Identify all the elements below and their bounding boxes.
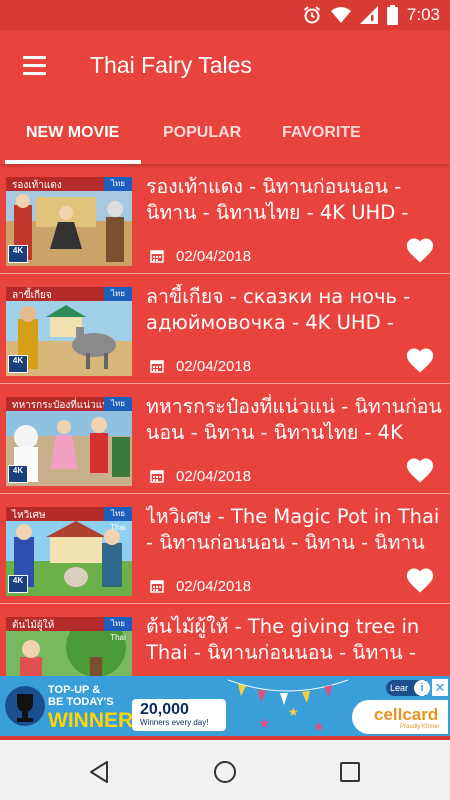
- video-date: 02/04/2018: [176, 247, 252, 265]
- ad-headline: WINNER: [48, 709, 134, 732]
- tab-favorite[interactable]: FAVORITE: [282, 102, 361, 164]
- uhd-badge: 4K: [8, 465, 28, 483]
- ad-info-icon[interactable]: i: [414, 680, 430, 696]
- video-list[interactable]: รองเท้าแดง ไทย 4K รองเท้าแดง - นิทานก่อน…: [0, 164, 450, 676]
- video-date-row: 02/04/2018: [150, 466, 251, 486]
- recents-icon[interactable]: [336, 758, 364, 786]
- thumbnail-language: ไทย: [104, 397, 132, 411]
- uhd-badge: 4K: [8, 575, 28, 593]
- video-date: 02/04/2018: [176, 467, 252, 485]
- video-date: 02/04/2018: [176, 357, 252, 375]
- ad-brand: cellcard: [374, 705, 439, 724]
- video-thumbnail: ต้นไม้ผู้ให้ ไทย Thai: [6, 617, 132, 676]
- video-thumbnail: รองเท้าแดง ไทย 4K: [6, 177, 132, 266]
- ad-line: TOP-UP & BE TODAY'S: [48, 684, 114, 708]
- video-date-row: 02/04/2018: [150, 356, 251, 376]
- video-title: ไหวิเศษ - The Magic Pot in Thai - นิทานก…: [146, 505, 440, 554]
- video-thumbnail: ไหวิเศษ ไทย Thai 4K: [6, 507, 132, 596]
- thumbnail-language: ไทย Thai: [104, 507, 132, 532]
- favorite-heart-icon[interactable]: [405, 566, 435, 594]
- uhd-badge: 4K: [8, 245, 28, 263]
- video-title: รองเท้าแดง - นิทานก่อนนอน - นิทาน - นิทา…: [146, 175, 409, 224]
- favorite-heart-icon[interactable]: [405, 456, 435, 484]
- video-item[interactable]: รองเท้าแดง ไทย 4K รองเท้าแดง - นิทานก่อน…: [0, 164, 450, 274]
- video-title: ลาขี้เกียจ - сказки на ночь - адюймовочк…: [146, 285, 411, 334]
- bunting-decoration: ★ ★ ★: [228, 679, 348, 734]
- alarm-icon: [303, 6, 321, 24]
- thumbnail-caption: ต้นไม้ผู้ให้: [12, 620, 55, 631]
- svg-text:★: ★: [288, 705, 299, 719]
- calendar-icon: [150, 580, 164, 593]
- video-date-row: 02/04/2018: [150, 576, 251, 596]
- favorite-heart-icon[interactable]: [405, 346, 435, 374]
- tab-popular[interactable]: POPULAR: [163, 102, 241, 164]
- wifi-icon: [330, 7, 351, 23]
- calendar-icon: [150, 360, 164, 373]
- ad-banner[interactable]: TOP-UP & BE TODAY'S WINNER 20,000 Winner…: [0, 676, 450, 736]
- video-thumbnail: ทหารกระป๋องที่แน่วแน่ ไทย 4K: [6, 397, 132, 486]
- video-date-row: 02/04/2018: [150, 246, 251, 266]
- signal-icon: [359, 6, 378, 24]
- ad-brand-tag: Proudly Khmer: [400, 724, 440, 730]
- thumbnail-language: ไทย: [104, 177, 132, 191]
- system-nav-bar: [0, 736, 450, 800]
- hamburger-menu-icon[interactable]: [18, 52, 52, 80]
- tab-new-movie[interactable]: NEW MOVIE: [26, 102, 119, 164]
- trophy-icon: [5, 686, 45, 726]
- ad-prize-subtitle: Winners every day!: [140, 718, 209, 727]
- ad-close-icon[interactable]: ✕: [432, 679, 448, 696]
- back-icon[interactable]: [86, 758, 114, 786]
- calendar-icon: [150, 470, 164, 483]
- status-time: 7:03: [406, 5, 440, 24]
- video-title: ทหารกระป๋องที่แน่วแน่ - นิทานก่อนนอน - น…: [146, 395, 442, 444]
- svg-text:★: ★: [313, 719, 325, 734]
- thumbnail-caption: ไหวิเศษ: [12, 510, 46, 521]
- video-item[interactable]: ลาขี้เกียจ ไทย 4K ลาขี้เกียจ - сказки на…: [0, 274, 450, 384]
- thumbnail-language: ไทย: [104, 287, 132, 301]
- thumbnail-caption: รองเท้าแดง: [12, 180, 62, 191]
- thumbnail-caption: ลาขี้เกียจ: [12, 290, 52, 301]
- thumbnail-caption: ทหารกระป๋องที่แน่วแน่: [12, 400, 109, 411]
- video-item[interactable]: ต้นไม้ผู้ให้ ไทย Thai ต้นไม้ผู้ให้ - The…: [0, 604, 450, 676]
- video-title: ต้นไม้ผู้ให้ - The giving tree in Thai -…: [146, 615, 420, 664]
- calendar-icon: [150, 250, 164, 263]
- cellcard-logo: cellcard Proudly Khmer: [352, 700, 448, 734]
- app-bar: Thai Fairy Tales: [0, 30, 450, 102]
- ad-line-1: TOP-UP &: [48, 684, 101, 696]
- video-item[interactable]: ทหารกระป๋องที่แน่วแน่ ไทย 4K ทหารกระป๋อง…: [0, 384, 450, 494]
- video-date: 02/04/2018: [176, 577, 252, 595]
- video-thumbnail: ลาขี้เกียจ ไทย 4K: [6, 287, 132, 376]
- app-title: Thai Fairy Tales: [90, 52, 252, 78]
- ad-prize-box: 20,000 Winners every day!: [132, 699, 226, 731]
- favorite-heart-icon[interactable]: [405, 236, 435, 264]
- ad-line-2: BE TODAY'S: [48, 696, 114, 708]
- uhd-badge: 4K: [8, 355, 28, 373]
- battery-icon: [386, 5, 398, 25]
- thumbnail-language: ไทย Thai: [104, 617, 132, 642]
- video-item[interactable]: ไหวิเศษ ไทย Thai 4K ไหวิเศษ - The Magic …: [0, 494, 450, 604]
- status-bar: 7:03: [0, 0, 450, 30]
- svg-text:★: ★: [258, 715, 271, 731]
- tab-bar: NEW MOVIE POPULAR FAVORITE: [0, 102, 450, 164]
- ad-prize-amount: 20,000: [140, 701, 189, 718]
- home-icon[interactable]: [211, 758, 239, 786]
